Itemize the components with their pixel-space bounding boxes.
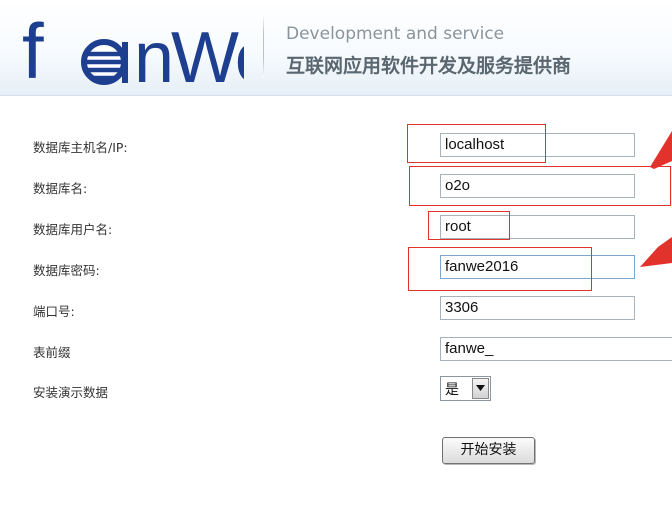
db-password-label: 数据库密码: bbox=[33, 263, 100, 278]
port-label: 端口号: bbox=[33, 304, 75, 319]
tagline-chinese: 互联网应用软件开发及服务提供商 bbox=[286, 55, 572, 77]
demo-data-selected-value: 是 bbox=[445, 382, 459, 398]
chevron-down-icon bbox=[476, 385, 485, 391]
table-prefix-label: 表前缀 bbox=[33, 345, 71, 360]
svg-text:nWe: nWe bbox=[134, 18, 244, 88]
annotation-arrow-icon bbox=[650, 131, 672, 169]
annotation-arrow-icon bbox=[640, 237, 672, 267]
table-prefix-input[interactable]: fanwe_ bbox=[440, 337, 672, 361]
db-name-label: 数据库名: bbox=[33, 181, 88, 196]
fanwe-logo: f nWe bbox=[22, 7, 244, 88]
dropdown-arrow-button[interactable] bbox=[472, 378, 489, 399]
tagline-english: Development and service bbox=[286, 24, 505, 44]
header-divider bbox=[263, 14, 264, 78]
demo-data-select[interactable]: 是 bbox=[440, 376, 491, 401]
start-install-button[interactable]: 开始安装 bbox=[442, 437, 535, 464]
annotation-box-host bbox=[407, 124, 546, 163]
db-user-label: 数据库用户名: bbox=[33, 222, 113, 237]
header-banner: f nWe Development and service 互联网应用软件开发及… bbox=[0, 0, 672, 96]
install-form: 数据库主机名/IP: localhost 数据库名: o2o 数据库用户名: r… bbox=[0, 95, 672, 530]
annotation-box-user bbox=[428, 211, 510, 240]
port-input[interactable]: 3306 bbox=[440, 296, 635, 320]
svg-text:f: f bbox=[22, 7, 44, 88]
demo-data-label: 安装演示数据 bbox=[33, 385, 109, 400]
annotation-box-dbname bbox=[409, 166, 671, 206]
annotation-box-password bbox=[408, 247, 592, 291]
db-host-label: 数据库主机名/IP: bbox=[33, 140, 128, 155]
